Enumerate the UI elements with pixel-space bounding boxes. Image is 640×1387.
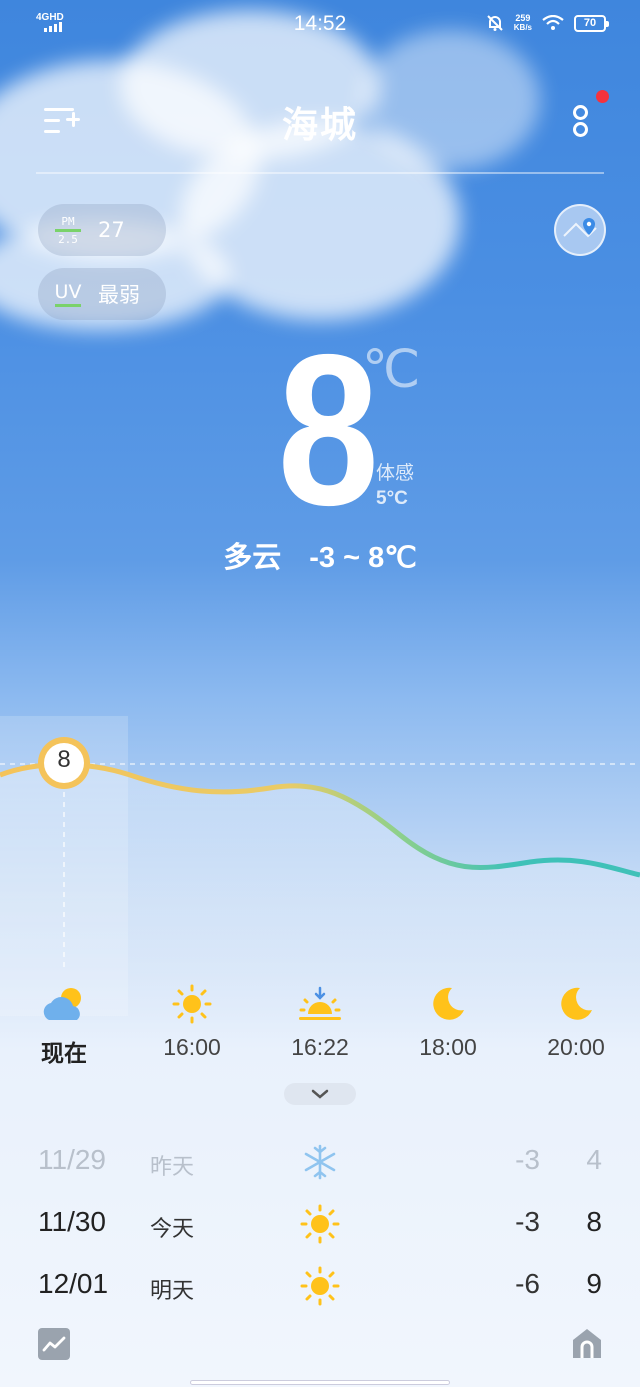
pm25-label: PM 2.5 [38,216,98,245]
sun-icon [300,1266,340,1306]
status-bar: 4GHD 14:52 259 KB/s 70 [0,0,640,50]
trend-chart-button[interactable] [38,1328,70,1360]
daily-low: -3 [515,1206,540,1237]
daily-label: 今天 [150,1217,195,1242]
pm25-value: 27 [98,218,125,242]
uv-value: 最弱 [98,283,140,307]
mute-bell-icon [487,15,503,31]
current-temperature: 8 [277,309,380,550]
expand-button[interactable] [284,1083,356,1105]
daily-label: 昨天 [150,1155,195,1180]
map-button[interactable] [554,204,606,256]
city-name[interactable]: 海城 [0,96,640,148]
moon-icon [561,987,592,1020]
sun-icon [300,1204,340,1244]
hourly-time: 16:00 [163,1034,221,1060]
location-pin-icon [563,218,597,238]
sunset-icon [299,986,341,1020]
temperature-range: -3 ~ 8℃ [309,542,417,574]
sun-icon [172,984,212,1024]
hourly-item[interactable]: 现在 [0,980,128,1068]
snowflake-icon [304,1144,336,1180]
daily-high: 4 [586,1144,602,1175]
battery-indicator: 70 [574,14,609,32]
partly-cloudy-icon [43,988,81,1020]
daily-date: 11/30 [38,1206,106,1237]
hourly-temperature-curve [0,737,640,1020]
chevron-down-icon [311,1089,329,1099]
daily-date: 11/29 [38,1144,106,1175]
daily-high: 8 [586,1206,602,1237]
hourly-time: 现在 [41,1041,87,1067]
hourly-item[interactable]: 20:00 [512,980,640,1061]
notification-dot [596,90,609,103]
moon-icon [433,987,464,1020]
temperature-unit: ℃ [362,341,421,399]
hourly-time: 16:22 [291,1034,349,1060]
hourly-item[interactable]: 16:22 [256,980,384,1061]
line-chart-icon [42,1336,66,1352]
hourly-item[interactable]: 16:00 [128,980,256,1061]
home-icon [573,1329,601,1358]
daily-row-today[interactable]: 11/30 今天 -3 8 [0,1204,640,1268]
current-temp-marker: 8 [57,746,71,773]
condition-text: 多云 [223,540,282,574]
wifi-icon [542,15,564,30]
hourly-time: 18:00 [419,1034,477,1060]
daily-date: 12/01 [38,1268,109,1299]
pm25-pill[interactable]: PM 2.5 27 [38,204,166,256]
daily-row-yesterday[interactable]: 11/29 昨天 -3 4 [0,1144,640,1206]
network-speed: 259 KB/s [513,13,532,33]
uv-label: UV [38,281,98,307]
hourly-time: 20:00 [547,1034,605,1060]
daily-low: -6 [515,1268,540,1299]
hourly-item[interactable]: 18:00 [384,980,512,1061]
feels-like: 体感 5°C [376,462,415,509]
condition-summary: 多云 -3 ~ 8℃ [0,534,640,576]
daily-high: 9 [586,1268,602,1299]
daily-row-tomorrow[interactable]: 12/01 明天 -6 9 [0,1266,640,1330]
header-divider [36,172,604,174]
home-button[interactable] [570,1326,604,1360]
daily-label: 明天 [150,1279,195,1304]
daily-low: -3 [515,1144,540,1175]
gesture-bar[interactable] [190,1380,450,1385]
uv-pill[interactable]: UV 最弱 [38,268,166,320]
more-options-icon[interactable] [568,100,594,140]
